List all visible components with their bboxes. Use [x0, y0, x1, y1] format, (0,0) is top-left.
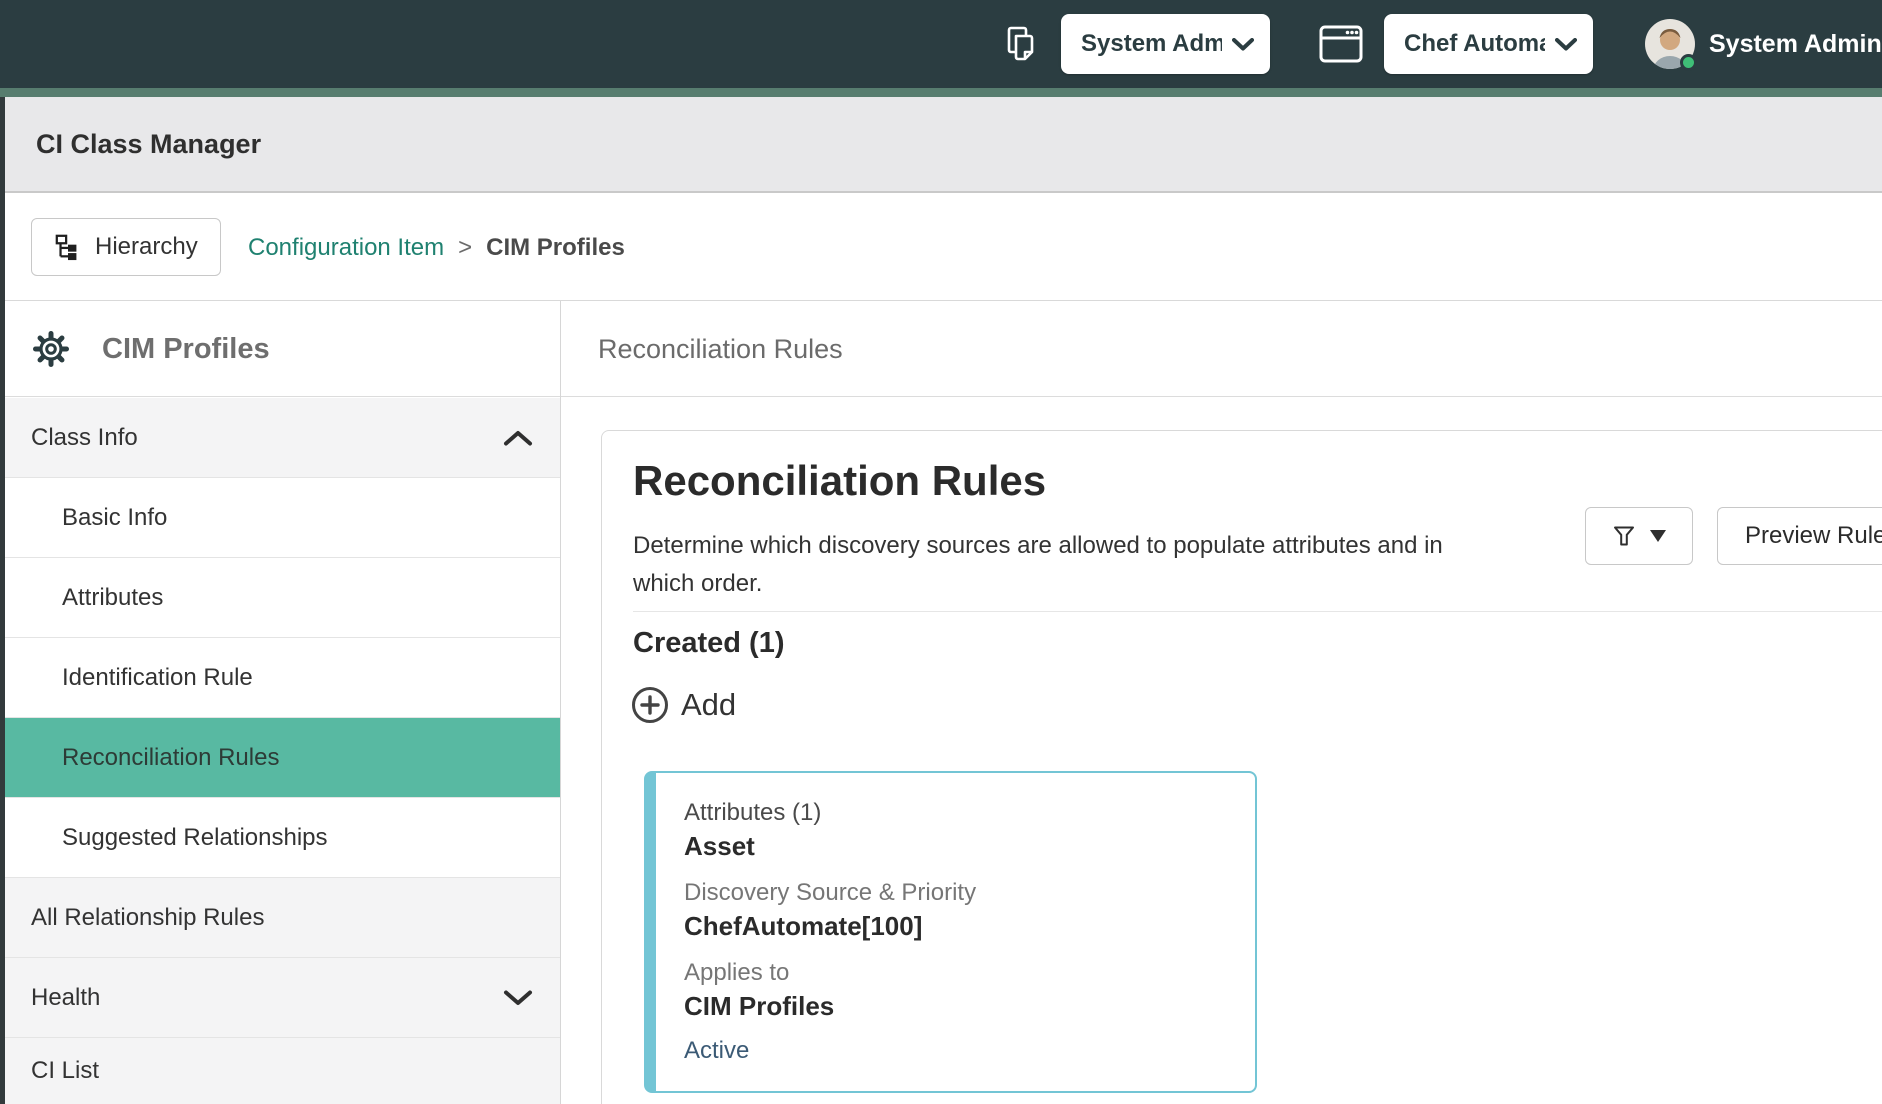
reconciliation-rules-card: Reconciliation Rules Determine which dis… [601, 430, 1882, 1104]
hierarchy-label: Hierarchy [95, 233, 198, 261]
page-title: CI Class Manager [36, 129, 261, 160]
sidebar-title: CIM Profiles [102, 333, 270, 366]
rule-status-badge: Active [684, 1037, 1229, 1065]
title-bar: CI Class Manager [0, 97, 1882, 193]
sidebar-divider [560, 301, 561, 1104]
sidebar-item-label: Reconciliation Rules [62, 744, 279, 772]
sidebar-header: CIM Profiles [0, 301, 561, 397]
caret-down-icon [1650, 530, 1666, 542]
sidebar-item-class-info[interactable]: Class Info [0, 398, 561, 478]
sidebar-item-label: Suggested Relationships [62, 824, 328, 852]
sidebar-item-basic-info[interactable]: Basic Info [0, 478, 561, 558]
rule-source-label: Discovery Source & Priority [684, 877, 1229, 909]
user-name[interactable]: System Administrator [1709, 0, 1882, 88]
rule-attributes-label: Attributes (1) [684, 797, 1229, 829]
section-divider [633, 611, 1882, 612]
chevron-down-icon [1555, 38, 1577, 51]
sidebar-item-label: Identification Rule [62, 664, 253, 692]
presence-indicator [1680, 54, 1697, 71]
sidebar-item-health[interactable]: Health [0, 958, 561, 1038]
sidebar-nav: Class Info Basic Info Attributes Identif… [0, 398, 561, 1104]
sidebar-item-label: Attributes [62, 584, 163, 612]
sidebar-item-label: All Relationship Rules [31, 904, 264, 932]
hierarchy-button[interactable]: Hierarchy [31, 218, 221, 276]
main-content: Reconciliation Rules Determine which dis… [561, 398, 1882, 1104]
panel-title: Reconciliation Rules [598, 301, 843, 397]
breadcrumb: Configuration Item > CIM Profiles [248, 195, 625, 301]
sidebar-item-label: Health [31, 984, 100, 1012]
page-copy-icon[interactable] [998, 22, 1044, 66]
chevron-up-icon [503, 429, 533, 447]
reconciliation-rule-item[interactable]: Attributes (1) Asset Discovery Source & … [644, 771, 1257, 1093]
sidebar-item-label: Class Info [31, 424, 138, 452]
filter-funnel-icon [1612, 524, 1636, 548]
rule-applies-value: CIM Profiles [684, 989, 1229, 1023]
copy-icon [1001, 24, 1041, 64]
filter-button[interactable] [1585, 507, 1693, 565]
breadcrumb-current: CIM Profiles [486, 234, 625, 262]
rule-applies-label: Applies to [684, 957, 1229, 989]
app-picker-dropdown[interactable]: Chef Automate [1384, 14, 1593, 74]
add-rule-button[interactable]: Add [631, 686, 736, 724]
left-edge-strip [0, 97, 5, 1104]
rule-attributes-value: Asset [684, 829, 1229, 863]
header-band: CIM Profiles Reconciliation Rules [0, 301, 1882, 397]
section-title: Reconciliation Rules [633, 457, 1046, 505]
sidebar-item-ci-list[interactable]: CI List [0, 1038, 561, 1104]
created-heading: Created (1) [633, 627, 785, 660]
breadcrumb-parent-link[interactable]: Configuration Item [248, 234, 444, 262]
gear-icon [30, 328, 72, 370]
sidebar-item-label: CI List [31, 1057, 99, 1085]
role-picker-value: System Administrator [1081, 30, 1222, 58]
sidebar-item-identification-rule[interactable]: Identification Rule [0, 638, 561, 718]
sidebar-item-attributes[interactable]: Attributes [0, 558, 561, 638]
sidebar-item-label: Basic Info [62, 504, 167, 532]
topbar: System Administrator Chef Automate [0, 0, 1882, 88]
hierarchy-icon [54, 233, 82, 261]
chevron-down-icon [1232, 38, 1254, 51]
app-window-icon[interactable] [1317, 22, 1365, 66]
plus-circle-icon [631, 686, 669, 724]
sidebar-item-reconciliation-rules[interactable]: Reconciliation Rules [0, 718, 561, 798]
ci-class-manager-screen: System Administrator Chef Automate [0, 0, 1882, 1104]
user-avatar[interactable] [1645, 19, 1695, 69]
window-icon [1319, 24, 1363, 64]
chevron-down-icon [503, 989, 533, 1007]
brand-strip [0, 88, 1882, 97]
add-label: Add [681, 687, 736, 723]
section-description: Determine which discovery sources are al… [633, 527, 1478, 603]
sidebar-item-suggested-relationships[interactable]: Suggested Relationships [0, 798, 561, 878]
rule-source-value: ChefAutomate[100] [684, 909, 1229, 943]
toolbar: Hierarchy Configuration Item > CIM Profi… [0, 195, 1882, 301]
breadcrumb-separator: > [458, 234, 472, 262]
preview-rule-button[interactable]: Preview Rule [1717, 507, 1882, 565]
role-picker-dropdown[interactable]: System Administrator [1061, 14, 1270, 74]
app-picker-value: Chef Automate [1404, 30, 1545, 58]
sidebar-item-all-relationship-rules[interactable]: All Relationship Rules [0, 878, 561, 958]
